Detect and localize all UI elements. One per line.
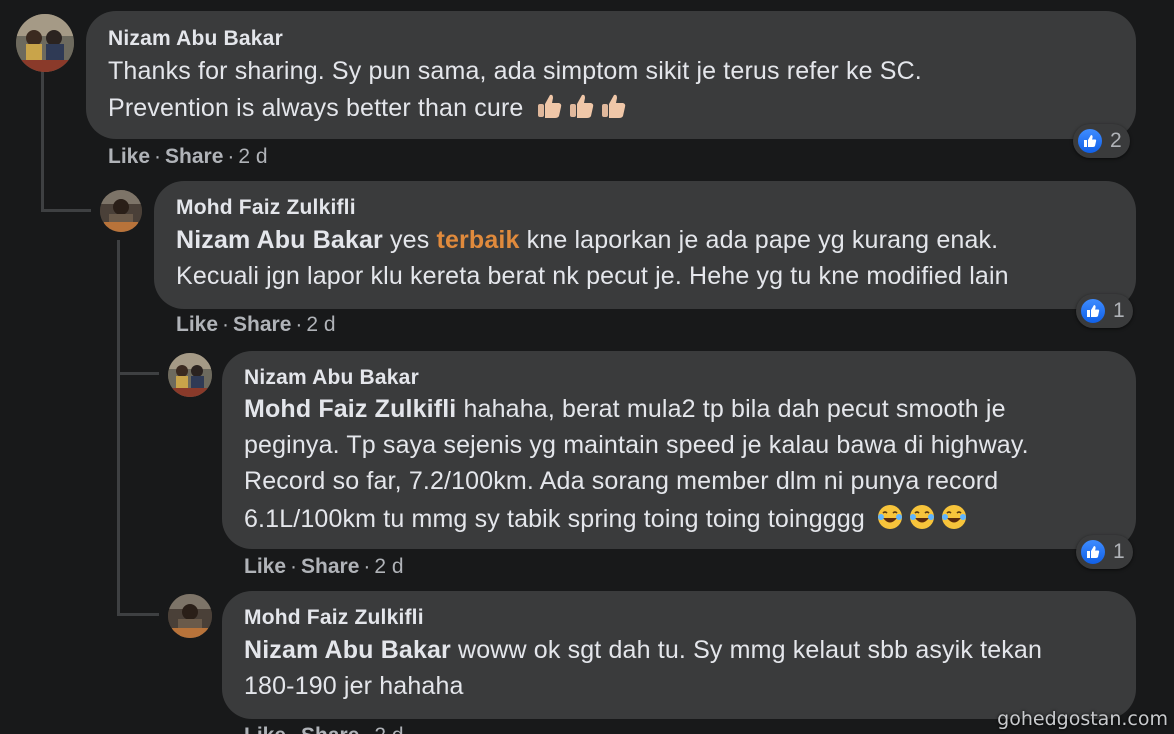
- highlighted-keyword[interactable]: terbaik: [436, 226, 519, 254]
- reaction-summary[interactable]: 2: [1073, 124, 1130, 158]
- timestamp[interactable]: 2 d: [238, 145, 267, 168]
- comment-text: 6.1L/100km tu mmg sy tabik spring toing …: [244, 503, 968, 538]
- comment-text: Nizam Abu Bakar woww ok sgt dah tu. Sy m…: [244, 636, 1042, 665]
- thumbs-up-icon: [599, 92, 627, 127]
- reaction-count: 1: [1113, 299, 1125, 322]
- laughing-tears-icon: [940, 503, 968, 538]
- comment-author[interactable]: Nizam Abu Bakar: [244, 366, 419, 390]
- comment-text-segment: yes: [382, 226, 437, 254]
- comment-text-line: 6.1L/100km tu mmg sy tabik spring toing …: [244, 505, 865, 533]
- like-button[interactable]: Like: [176, 313, 218, 336]
- avatar[interactable]: [100, 190, 142, 232]
- comment-author[interactable]: Nizam Abu Bakar: [108, 27, 283, 51]
- share-button[interactable]: Share: [233, 313, 291, 336]
- comment-actions: Like·Share·2 d: [244, 724, 404, 734]
- mention-link[interactable]: Nizam Abu Bakar: [176, 226, 383, 254]
- comment-text-segment: kne laporkan je ada pape yg kurang enak.: [519, 226, 999, 254]
- comment-actions: Like·Share·2 d: [244, 555, 404, 579]
- like-reaction-icon: [1076, 127, 1104, 155]
- comment-text: Record so far, 7.2/100km. Ada sorang mem…: [244, 467, 999, 495]
- mention-link[interactable]: Nizam Abu Bakar: [244, 636, 451, 664]
- avatar[interactable]: [16, 14, 74, 72]
- like-button[interactable]: Like: [108, 145, 150, 168]
- comment-text-segment: hahaha, berat mula2 tp bila dah pecut sm…: [456, 395, 1006, 423]
- mention-link[interactable]: Mohd Faiz Zulkifli: [244, 395, 456, 423]
- timestamp[interactable]: 2 d: [306, 313, 335, 336]
- thread-line: [41, 209, 91, 212]
- comment-text: peginya. Tp saya sejenis yg maintain spe…: [244, 431, 1029, 459]
- comment-text-segment: woww ok sgt dah tu. Sy mmg kelaut sbb as…: [450, 636, 1043, 664]
- avatar[interactable]: [168, 353, 212, 397]
- like-reaction-icon: [1079, 538, 1107, 566]
- timestamp[interactable]: 2 d: [374, 724, 403, 734]
- separator: ·: [222, 313, 230, 336]
- separator: ·: [295, 313, 303, 336]
- comment-text: Nizam Abu Bakar yes terbaik kne laporkan…: [176, 226, 998, 255]
- thread-line: [117, 372, 159, 375]
- comment-actions: Like·Share·2 d: [108, 145, 268, 169]
- separator: ·: [227, 145, 235, 168]
- like-reaction-icon: [1079, 297, 1107, 325]
- comment-author[interactable]: Mohd Faiz Zulkifli: [176, 196, 356, 220]
- comment-text: 180-190 jer hahaha: [244, 672, 464, 700]
- thumbs-up-icon: [567, 92, 595, 127]
- thumbs-up-icon: [535, 92, 563, 127]
- share-button[interactable]: Share: [165, 145, 223, 168]
- thread-line: [41, 72, 44, 212]
- share-button[interactable]: Share: [301, 555, 359, 578]
- separator: ·: [286, 724, 301, 734]
- comment-text: Prevention is always better than cure: [108, 92, 627, 127]
- comment-author[interactable]: Mohd Faiz Zulkifli: [244, 606, 424, 630]
- comment-actions: Like·Share·2 d: [176, 313, 336, 337]
- timestamp[interactable]: 2 d: [374, 555, 403, 578]
- thread-line: [117, 613, 159, 616]
- reaction-summary[interactable]: 1: [1076, 535, 1133, 569]
- separator: ·: [290, 555, 298, 578]
- like-button[interactable]: Like: [244, 724, 286, 734]
- comment-text: Mohd Faiz Zulkifli hahaha, berat mula2 t…: [244, 395, 1006, 424]
- laughing-tears-icon: [908, 503, 936, 538]
- comment-text: Thanks for sharing. Sy pun sama, ada sim…: [108, 57, 922, 85]
- reaction-count: 2: [1110, 129, 1122, 152]
- separator: ·: [363, 555, 371, 578]
- separator: ·: [359, 724, 374, 734]
- share-button[interactable]: Share: [301, 724, 359, 734]
- thread-line: [117, 240, 120, 615]
- comment-text: Kecuali jgn lapor klu kereta berat nk pe…: [176, 262, 1009, 290]
- laughing-tears-icon: [876, 503, 904, 538]
- separator: ·: [154, 145, 162, 168]
- avatar[interactable]: [168, 594, 212, 638]
- reaction-summary[interactable]: 1: [1076, 294, 1133, 328]
- watermark: gohedgostan.com: [997, 708, 1168, 730]
- reaction-count: 1: [1113, 540, 1125, 563]
- comment-text-line: Prevention is always better than cure: [108, 94, 524, 122]
- like-button[interactable]: Like: [244, 555, 286, 578]
